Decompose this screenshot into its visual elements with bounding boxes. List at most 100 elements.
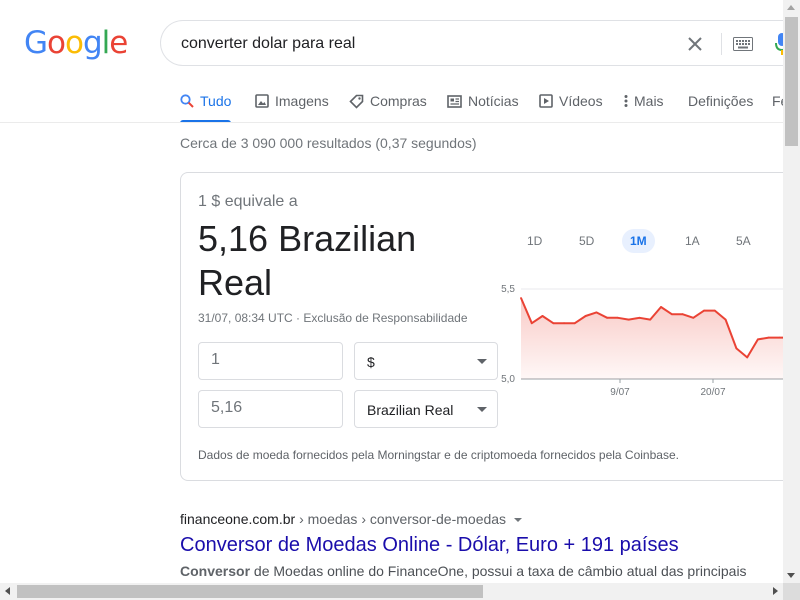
scroll-right-arrow-icon[interactable] — [773, 587, 778, 595]
play-icon — [539, 94, 553, 108]
timestamp-disclaimer[interactable]: 31/07, 08:34 UTC · Exclusão de Responsab… — [198, 311, 468, 325]
logo-letter: o — [65, 25, 84, 61]
range-button-1a[interactable]: 1A — [677, 229, 708, 253]
search-divider — [721, 33, 722, 55]
rate-point — [573, 322, 576, 325]
rate-point — [724, 318, 727, 321]
rate-point — [746, 356, 749, 359]
currency-converter-card: 1 $ equivale a 5,16 Brazilian Real 31/07… — [180, 172, 800, 481]
rate-point — [627, 318, 630, 321]
tab-label: Vídeos — [559, 93, 603, 109]
result-breadcrumbs: › moedas › conversor-de-moedas — [295, 511, 507, 527]
snippet-highlight: Conversor — [180, 563, 251, 579]
tab-tudo[interactable]: Tudo — [180, 86, 232, 123]
tab-compras[interactable]: Compras — [349, 86, 427, 116]
image-icon — [255, 94, 269, 108]
rate-point — [681, 313, 684, 316]
scroll-left-arrow-icon[interactable] — [5, 587, 10, 595]
rate-point — [595, 311, 598, 314]
tab-noticias[interactable]: Notícias — [447, 86, 519, 116]
snippet-text: de Moedas online do FinanceOne, possui a… — [250, 563, 747, 579]
rate-point — [703, 309, 705, 312]
rate-point — [660, 306, 662, 308]
range-button-5d[interactable]: 5D — [571, 229, 602, 253]
tab-mais[interactable]: Mais — [624, 86, 664, 116]
rate-point — [735, 347, 738, 350]
rate-point — [617, 316, 619, 319]
rate-point — [767, 336, 770, 339]
rate-point — [692, 316, 695, 319]
to-amount-input[interactable] — [211, 399, 321, 417]
search-icon — [180, 94, 194, 108]
horizontal-scrollbar[interactable] — [0, 583, 783, 600]
tag-icon — [349, 94, 364, 109]
x-tick-label: 9/07 — [610, 387, 630, 398]
range-button-5a[interactable]: 5A — [728, 229, 759, 253]
to-amount-field — [198, 390, 343, 428]
rate-point — [638, 316, 641, 319]
vertical-scroll-thumb[interactable] — [785, 17, 798, 146]
rate-point — [606, 316, 609, 319]
logo-letter: o — [47, 25, 66, 61]
equivalence-value: 5,16 Brazilian Real — [198, 218, 417, 303]
tab-label: Tudo — [200, 93, 232, 109]
tab-label: Mais — [634, 93, 664, 109]
more-vert-icon — [624, 95, 628, 107]
y-tick-label: 5,5 — [501, 284, 515, 295]
rate-point — [649, 318, 652, 321]
horizontal-scroll-thumb[interactable] — [17, 585, 483, 598]
keyboard-icon[interactable] — [733, 37, 753, 51]
clear-icon[interactable] — [683, 32, 707, 56]
chevron-down-icon — [477, 407, 487, 412]
y-tick-label: 5,0 — [501, 374, 515, 385]
scrollbar-corner — [783, 583, 800, 600]
tab-label: Notícias — [468, 93, 519, 109]
rate-point — [670, 313, 673, 316]
search-input[interactable] — [181, 33, 651, 55]
chevron-down-icon[interactable] — [514, 518, 523, 523]
to-currency-select[interactable]: Brazilian Real — [354, 390, 498, 428]
from-currency-select[interactable]: $ — [354, 342, 498, 380]
result-stats: Cerca de 3 090 000 resultados (0,37 segu… — [180, 135, 477, 151]
rate-point — [757, 338, 759, 341]
rate-point — [584, 315, 587, 317]
tab-label: Imagens — [275, 93, 329, 109]
tab-label: Definições — [688, 93, 754, 109]
rate-point — [541, 315, 544, 317]
range-button-1d[interactable]: 1D — [519, 229, 550, 253]
result-domain: financeone.com.br — [180, 511, 296, 527]
tab-videos[interactable]: Vídeos — [539, 86, 603, 116]
equivalence-label: 1 $ equivale a — [198, 193, 298, 210]
from-amount-field — [198, 342, 343, 380]
search-box — [160, 20, 800, 66]
google-logo[interactable]: Google — [24, 24, 128, 62]
scroll-down-arrow-icon[interactable] — [787, 573, 795, 578]
to-currency-value: Brazilian Real — [367, 402, 454, 418]
newspaper-icon — [447, 94, 462, 108]
rate-point — [713, 309, 716, 312]
result-url[interactable]: financeone.com.br › moedas › conversor-d… — [180, 511, 523, 527]
vertical-scrollbar[interactable] — [783, 0, 800, 583]
logo-letter: e — [109, 25, 128, 61]
x-tick-label: 20/07 — [700, 387, 725, 398]
result-title-link[interactable]: Conversor de Moedas Online - Dólar, Euro… — [180, 534, 679, 557]
tab-imagens[interactable]: Imagens — [255, 86, 329, 116]
from-amount-input[interactable] — [211, 351, 321, 369]
tab-definicoes[interactable]: Definições — [688, 86, 753, 116]
data-source-note: Dados de moeda fornecidos pela Morningst… — [198, 448, 679, 462]
chevron-down-icon — [477, 359, 487, 364]
range-button-1m[interactable]: 1M — [622, 229, 655, 253]
rate-point — [563, 322, 565, 325]
tabs-divider — [0, 122, 784, 123]
result-snippet: Conversor de Moedas online do FinanceOne… — [180, 563, 747, 579]
rate-point — [778, 336, 781, 339]
logo-letter: G — [24, 25, 48, 61]
from-currency-value: $ — [367, 354, 375, 370]
exchange-rate-chart[interactable]: 5,5 5,0 9/07 20/07 — [501, 273, 800, 403]
scroll-up-arrow-icon[interactable] — [787, 5, 795, 10]
rate-point — [552, 322, 555, 325]
rate-point — [530, 322, 533, 325]
logo-letter: l — [101, 25, 111, 61]
rate-point — [520, 297, 522, 299]
logo-letter: g — [82, 25, 103, 61]
